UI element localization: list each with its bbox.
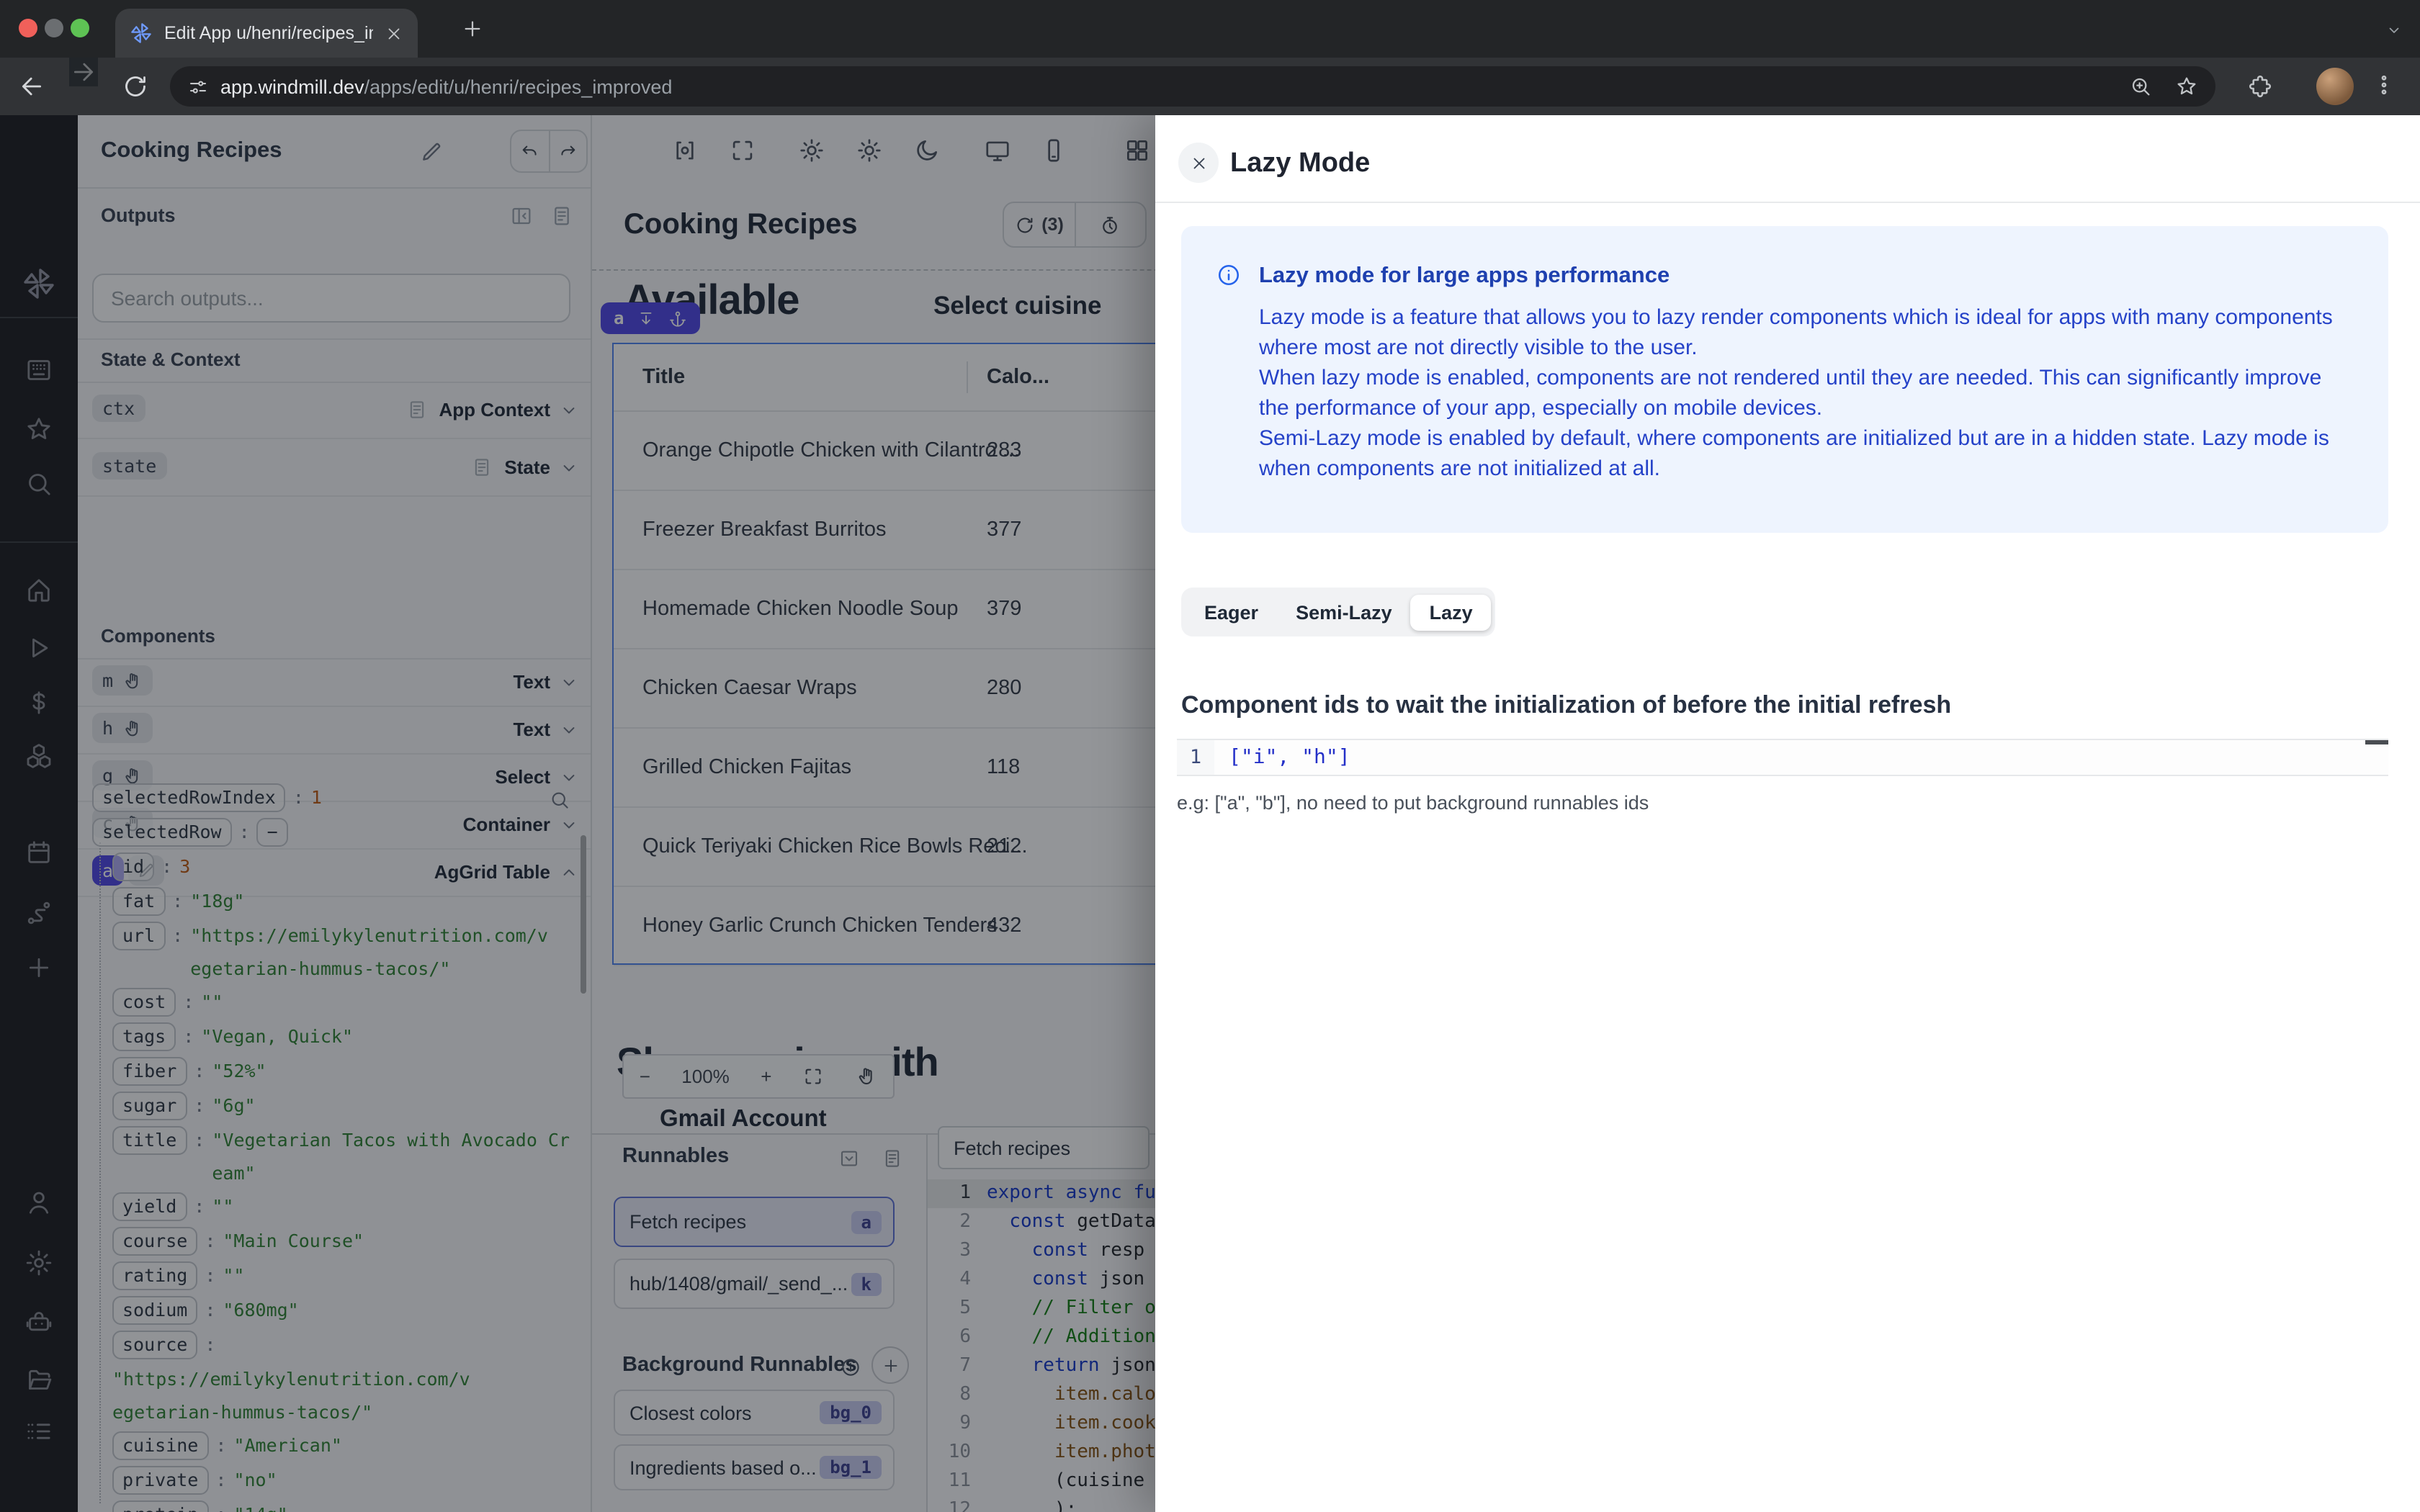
minimize-window-button[interactable] <box>45 19 63 37</box>
close-drawer-button[interactable] <box>1178 143 1219 183</box>
app-viewport: Cooking Recipes Outputs State & Context … <box>0 115 2420 1512</box>
url-text: app.windmill.dev/apps/edit/u/henri/recip… <box>220 76 673 97</box>
new-tab-button[interactable] <box>461 17 484 40</box>
lazy-mode-drawer: Lazy Mode Lazy mode for large apps perfo… <box>1155 115 2420 1512</box>
windmill-favicon-icon <box>130 22 153 45</box>
infobox-line: Semi-Lazy mode is enabled by default, wh… <box>1259 426 2329 481</box>
info-circle-icon <box>1216 262 1242 288</box>
maximize-window-button[interactable] <box>71 19 89 37</box>
component-ids-helper: e.g: ["a", "b"], no need to put backgrou… <box>1177 792 1649 814</box>
browser-tabstrip: Edit App u/henri/recipes_improved <box>0 0 2420 58</box>
tab-overflow-icon[interactable] <box>2385 22 2403 39</box>
mode-semi-lazy-button[interactable]: Semi-Lazy <box>1277 594 1411 630</box>
back-icon[interactable] <box>17 72 46 101</box>
component-ids-editor[interactable]: 1 ["i", "h"] <box>1177 739 2388 776</box>
close-window-button[interactable] <box>19 19 37 37</box>
editor-line-number: 1 <box>1177 740 1214 775</box>
editor-overview-ruler <box>2365 740 2388 744</box>
reload-icon[interactable] <box>121 72 150 101</box>
close-icon <box>1189 153 1208 172</box>
infobox-line: When lazy mode is enabled, components ar… <box>1259 366 2322 420</box>
lazy-mode-segmented-control: Eager Semi-Lazy Lazy <box>1181 588 1496 636</box>
site-settings-icon[interactable] <box>187 76 209 97</box>
bookmark-star-icon[interactable] <box>2175 75 2198 98</box>
infobox-line: Lazy mode is a feature that allows you t… <box>1259 305 2333 360</box>
browser-menu-icon[interactable] <box>2371 72 2397 98</box>
address-bar[interactable]: app.windmill.dev/apps/edit/u/henri/recip… <box>170 66 2215 107</box>
profile-avatar[interactable] <box>2316 68 2354 105</box>
component-ids-heading: Component ids to wait the initialization… <box>1181 691 1952 719</box>
mode-lazy-button[interactable]: Lazy <box>1410 594 1492 630</box>
lazy-mode-infobox: Lazy mode for large apps performance Laz… <box>1181 226 2388 533</box>
browser-tab[interactable]: Edit App u/henri/recipes_improved <box>115 9 418 58</box>
forward-icon[interactable] <box>69 58 98 86</box>
tab-close-icon[interactable] <box>385 24 403 42</box>
infobox-body: Lazy mode is a feature that allows you t… <box>1259 302 2345 484</box>
component-ids-value: ["i", "h"] <box>1229 746 1350 769</box>
extensions-icon[interactable] <box>2247 73 2273 99</box>
drawer-title: Lazy Mode <box>1230 148 1371 179</box>
tab-title: Edit App u/henri/recipes_improved <box>164 23 373 43</box>
browser-toolbar: app.windmill.dev/apps/edit/u/henri/recip… <box>0 58 2420 115</box>
infobox-title: Lazy mode for large apps performance <box>1259 264 1670 288</box>
zoom-page-icon[interactable] <box>2129 75 2152 98</box>
mode-eager-button[interactable]: Eager <box>1186 594 1277 630</box>
screen: Edit App u/henri/recipes_improved app.wi… <box>0 0 2420 1512</box>
